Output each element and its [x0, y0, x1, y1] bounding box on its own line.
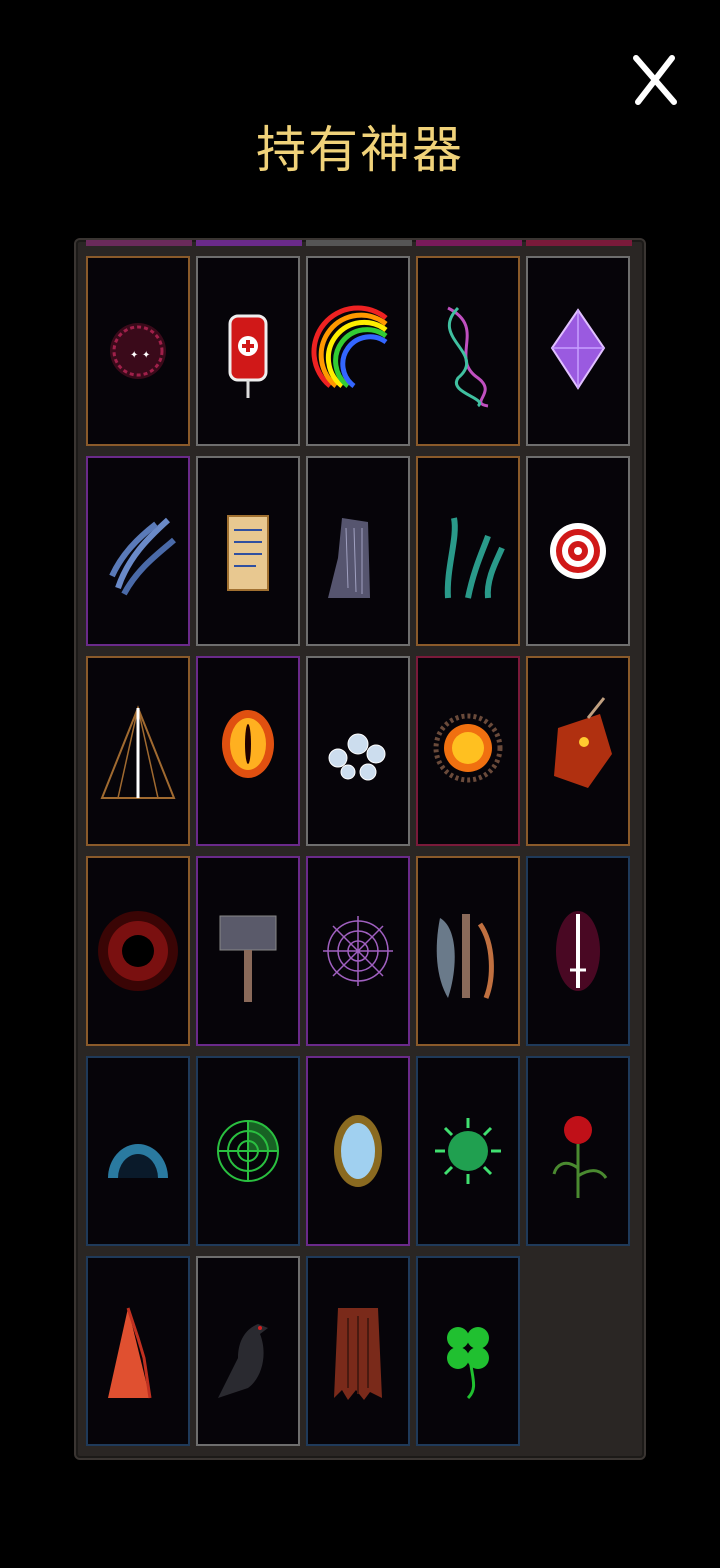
fur-icon	[328, 518, 370, 598]
war-hammer-icon	[219, 915, 277, 1002]
empty-slot	[530, 1256, 634, 1446]
close-button[interactable]	[628, 52, 682, 108]
scroll-edge	[196, 240, 302, 246]
sword-icon	[556, 911, 600, 991]
hydra-icon	[444, 517, 505, 599]
artifact-card[interactable]	[306, 656, 410, 846]
scroll-icon	[227, 515, 269, 591]
artifact-card[interactable]	[86, 456, 190, 646]
spider-web-icon	[323, 916, 393, 986]
blue-orb-icon	[108, 1144, 168, 1178]
artifact-card[interactable]	[196, 1056, 300, 1246]
rainbow-icon	[311, 305, 388, 389]
artifact-card[interactable]	[416, 1256, 520, 1446]
fire-eye-icon	[222, 710, 274, 778]
crow-icon	[218, 1324, 268, 1398]
artifact-card[interactable]	[306, 1056, 410, 1246]
blood-bag-icon	[228, 314, 268, 398]
virus-icon	[435, 1118, 501, 1184]
scroll-edge	[306, 240, 412, 246]
artifact-card[interactable]	[196, 256, 300, 446]
battle-axe-icon	[436, 914, 494, 999]
artifact-card[interactable]	[416, 256, 520, 446]
svg-text:✦: ✦	[142, 350, 150, 361]
artifact-card[interactable]	[196, 456, 300, 646]
rose-icon	[552, 1116, 608, 1198]
artifact-card[interactable]	[306, 1256, 410, 1446]
four-leaf-clover-icon	[447, 1327, 489, 1400]
artifact-card[interactable]	[526, 656, 630, 846]
artifact-card[interactable]	[526, 1056, 630, 1246]
scroll-edge	[416, 240, 522, 246]
artifact-card[interactable]	[416, 856, 520, 1046]
artifact-card[interactable]: ✦ ✦	[86, 256, 190, 446]
artifact-card[interactable]	[416, 456, 520, 646]
bubbles-icon	[328, 733, 386, 781]
radar-icon	[217, 1120, 279, 1182]
tattered-cloak-icon	[334, 1308, 382, 1400]
page-title: 持有神器	[256, 121, 464, 179]
artifact-card[interactable]	[416, 656, 520, 846]
artifact-card[interactable]	[86, 656, 190, 846]
mirror-icon	[334, 1115, 382, 1187]
artifact-card[interactable]	[86, 856, 190, 1046]
jester-mask-icon: ✦ ✦	[110, 323, 166, 379]
artifact-card[interactable]	[196, 1256, 300, 1446]
artifact-card[interactable]	[306, 456, 410, 646]
web-spire-icon	[100, 705, 176, 799]
artifact-card[interactable]	[526, 856, 630, 1046]
dna-helix-icon	[447, 306, 489, 408]
artifact-card[interactable]	[306, 256, 410, 446]
purple-crystal-icon	[550, 308, 606, 390]
artifact-card[interactable]	[416, 1056, 520, 1246]
artifact-card[interactable]	[526, 256, 630, 446]
sun-orb-icon	[433, 713, 503, 783]
dragon-head-icon	[554, 697, 612, 788]
artifact-card[interactable]	[196, 656, 300, 846]
artifact-card[interactable]	[86, 1056, 190, 1246]
red-spikes-icon	[108, 1307, 152, 1399]
svg-text:✦: ✦	[130, 350, 138, 361]
close-x-icon	[633, 55, 677, 105]
artifact-card[interactable]	[196, 856, 300, 1046]
artifact-card[interactable]	[306, 856, 410, 1046]
artifact-card[interactable]	[86, 1256, 190, 1446]
blood-vortex-icon	[98, 911, 178, 991]
artifact-card[interactable]	[526, 456, 630, 646]
scroll-edge	[526, 240, 632, 246]
target-icon	[550, 523, 606, 579]
tentacles-icon	[109, 517, 176, 596]
scroll-edge	[86, 240, 192, 246]
